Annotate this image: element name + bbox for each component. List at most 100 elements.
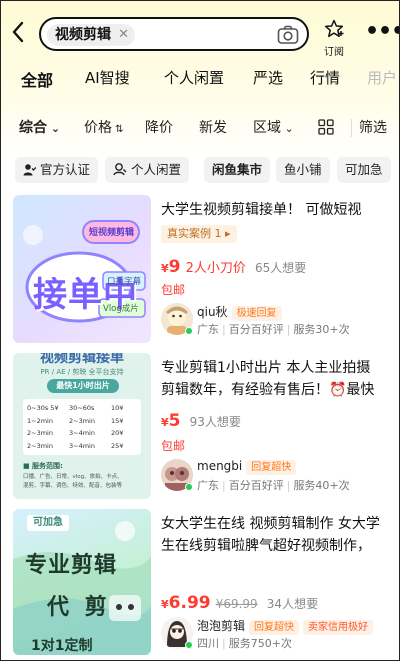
chevron-down-icon: ⌄ — [47, 122, 61, 135]
price: ¥9 — [161, 257, 181, 277]
app-frame: 视频剪辑 ✕ 订阅 ••• 全部 AI智搜 个人闲置 严选 行情 用户 综合 ⌄… — [0, 0, 400, 661]
search-keyword: 视频剪辑 — [55, 27, 111, 43]
chip-xianyu-market[interactable]: 闲鱼集市 — [204, 157, 271, 183]
category-tabs: 全部 AI智搜 个人闲置 严选 行情 用户 — [1, 67, 399, 93]
subscribe-icon — [324, 19, 344, 43]
badge: 回复超快 — [249, 620, 300, 635]
seller-rating: 百分百好评 — [228, 479, 284, 492]
seller-meta: 四川 | 服务750+次 — [197, 637, 292, 650]
title-line: 生在线剪辑啦脾气超好视频制作， — [161, 538, 371, 554]
tab-all[interactable]: 全部 — [19, 67, 56, 91]
table-row: 1~2min 2~3min 15¥ — [27, 416, 124, 425]
subscribe-button[interactable]: 订阅 — [319, 19, 349, 58]
user-badge-icon — [23, 162, 40, 177]
tab-label: 个人闲置 — [164, 69, 225, 87]
seller-name-row: qiu秋 极速回复 — [197, 303, 282, 321]
filter-label: 价格 — [84, 120, 112, 136]
item-thumbnail: 视频剪辑接单 PR / AE / 剪映 全平台支持 最快1小时出片 0~30s … — [13, 353, 151, 499]
badge: 极速回复 — [231, 306, 282, 321]
free-shipping: 包邮 — [161, 439, 186, 453]
filter-label: 区域 — [253, 120, 281, 136]
tab-ai-search[interactable]: AI智搜 — [85, 67, 130, 88]
seller-info[interactable]: qiu秋 极速回复 广东 | 百分百好评 | 服务30+次 — [161, 303, 393, 339]
subscribe-label: 订阅 — [324, 47, 344, 58]
wants-count: 34人想要 — [266, 597, 319, 611]
filter-bar: 综合 ⌄ 价格 ⇅ 降价 新发 区域 ⌄ 筛选 — [1, 117, 399, 141]
thumb-banner: 最快1小时出片 — [47, 379, 119, 393]
list-item[interactable]: 短视频剪辑 接单中 口播字幕 Vlog成片 大学生视频剪辑接单！ 可做短视 真实… — [1, 195, 399, 345]
chevron-down-icon: ⌄ — [281, 122, 294, 135]
thumb-subtitle: 短视频剪辑 — [89, 228, 135, 238]
seller-region: 广东 — [197, 323, 219, 336]
tab-users[interactable]: 用户 — [367, 67, 397, 88]
chip-label: 个人闲置 — [130, 162, 181, 177]
more-icon[interactable]: ••• — [365, 19, 399, 44]
price-row: ¥9 2人小刀价 65人想要 — [161, 257, 306, 277]
thumb-subtitle: PR / AE / 剪映 全平台支持 — [40, 368, 124, 376]
real-case-tag[interactable]: 真实案例 1 ▸ — [161, 225, 237, 243]
seller-info[interactable]: mengbi 回复超快 广东 | 百分百好评 | 服务40+次 — [161, 459, 393, 495]
wants-count: 65人想要 — [254, 261, 307, 275]
item-thumbnail: 可加急 专业剪辑 代 剪 1对1定制 — [13, 509, 151, 655]
badge: 卖家信用极好 — [303, 620, 374, 635]
list-item[interactable]: 视频剪辑接单 PR / AE / 剪映 全平台支持 最快1小时出片 0~30s … — [1, 353, 399, 501]
filter-region[interactable]: 区域 ⌄ — [253, 117, 294, 137]
thumb-tag: 口播字幕 — [107, 277, 142, 287]
item-title[interactable]: 女大学生在线 视频剪辑制作 女大学 生在线剪辑啦脾气超好视频制作， — [161, 513, 393, 557]
price: ¥6.99 — [161, 593, 211, 613]
online-dot — [185, 327, 193, 335]
seller-meta: 广东 | 百分百好评 | 服务40+次 — [197, 479, 350, 492]
tab-label: 全部 — [21, 71, 54, 90]
seller-name: mengbi — [197, 459, 243, 473]
seller-meta: 广东 | 百分百好评 | 服务30+次 — [197, 323, 350, 336]
table-row: 2~3min 3~4min 20¥ — [27, 429, 124, 437]
price: ¥5 — [161, 411, 181, 431]
tab-personal-idle[interactable]: 个人闲置 — [164, 67, 224, 88]
filter-label: 综合 — [19, 120, 47, 136]
table-row: 0~30s 5¥ 30~60s 10¥ — [27, 404, 124, 412]
grid-view-icon[interactable] — [318, 119, 334, 139]
seller-name-row: 泡泡剪辑 回复超快 卖家信用极好 — [197, 617, 374, 635]
chip-fish-shop[interactable]: 鱼小铺 — [276, 157, 330, 183]
list-item[interactable]: 可加急 专业剪辑 代 剪 1对1定制 女大学生在线 视频剪辑制作 女大学 生在线… — [1, 509, 399, 659]
seller-info[interactable]: 泡泡剪辑 回复超快 卖家信用极好 四川 | 服务750+次 — [161, 617, 393, 653]
thumb-section: ■ 服务范围: — [23, 462, 63, 470]
filter-button[interactable]: 筛选 — [359, 117, 387, 137]
filter-price-down[interactable]: 降价 — [145, 117, 173, 137]
tab-label: 严选 — [253, 69, 284, 87]
table-row: 2~3min 3~4min 25¥ — [27, 441, 124, 450]
back-icon[interactable] — [11, 21, 33, 45]
price-value: 5 — [168, 411, 181, 431]
seller-region: 四川 — [197, 637, 219, 650]
chip-urgent[interactable]: 可加急 — [337, 157, 391, 183]
search-input[interactable]: 视频剪辑 ✕ — [39, 17, 309, 51]
search-keyword-tag[interactable]: 视频剪辑 ✕ — [47, 24, 135, 46]
item-title[interactable]: 专业剪辑1小时出片 本人主业拍摄 剪辑数年，有经验有售后！⏰最快 — [161, 357, 393, 401]
chip-official-certified[interactable]: 官方认证 — [15, 157, 98, 183]
item-title[interactable]: 大学生视频剪辑接单！ 可做短视 — [161, 199, 393, 221]
thumb-note: 口播、广告、日常、vlog、旅拍、卡点、 — [23, 474, 123, 480]
filter-new[interactable]: 新发 — [199, 117, 227, 137]
sort-comprehensive[interactable]: 综合 ⌄ — [19, 117, 60, 137]
sort-price[interactable]: 价格 ⇅ — [84, 117, 124, 137]
thumb-line: 1对1定制 — [31, 638, 93, 654]
price-value: 6.99 — [168, 593, 211, 613]
badge: 回复超快 — [246, 460, 297, 475]
online-dot — [185, 641, 193, 649]
seller-rating: 百分百好评 — [228, 323, 284, 336]
title-line: 剪辑数年，有经验有售后！⏰最快 — [161, 382, 375, 398]
wants-count: 93人想要 — [189, 415, 241, 429]
tab-market[interactable]: 行情 — [310, 67, 340, 88]
camera-icon[interactable] — [277, 25, 299, 49]
chip-personal-idle[interactable]: 个人闲置 — [105, 157, 189, 183]
tab-selected[interactable]: 严选 — [253, 67, 283, 88]
price-row: ¥5 93人想要 — [161, 411, 241, 431]
title-line: 女大学生在线 视频剪辑制作 女大学 — [161, 516, 380, 532]
title-line: 专业剪辑1小时出片 本人主业拍摄 — [161, 360, 371, 376]
online-dot — [185, 483, 193, 491]
clear-tag-icon[interactable]: ✕ — [118, 24, 129, 46]
seller-service: 服务40+次 — [293, 479, 350, 492]
seller-name-row: mengbi 回复超快 — [197, 459, 297, 475]
price-row: ¥6.99 ¥69.99 34人想要 — [161, 593, 318, 613]
tab-label: AI智搜 — [85, 69, 130, 87]
